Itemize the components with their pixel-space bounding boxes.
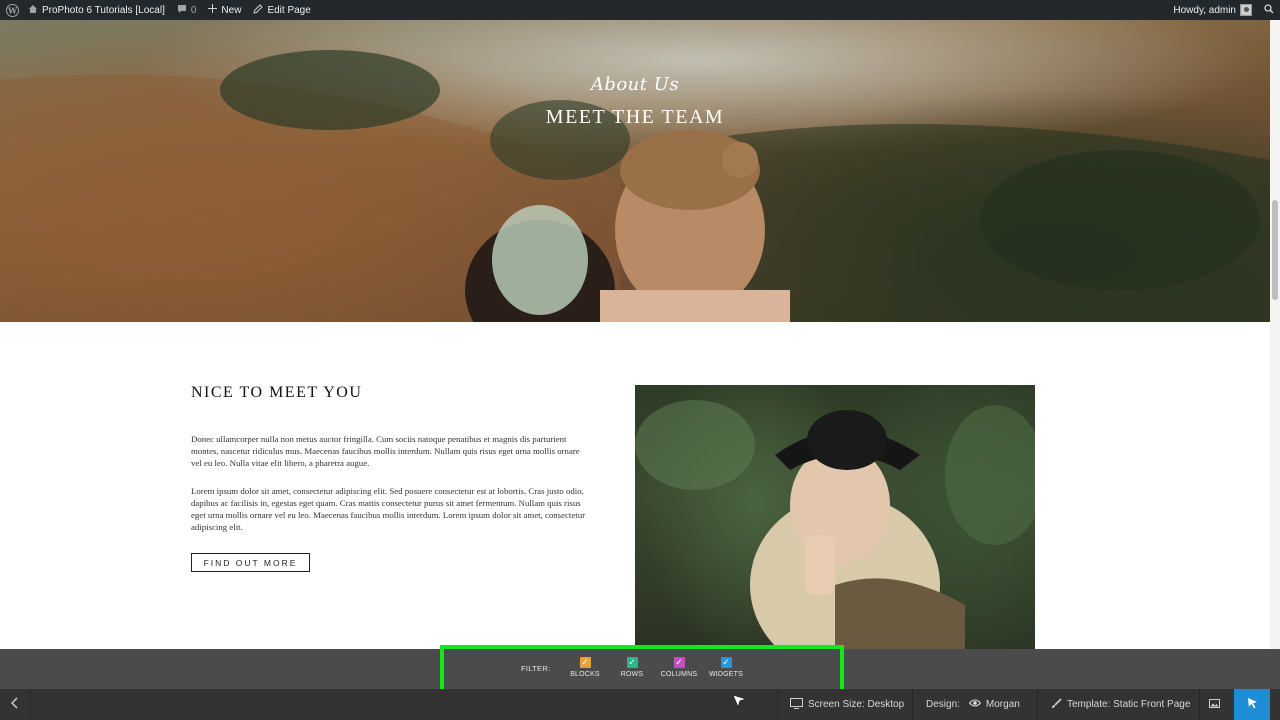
toolbar-divider bbox=[1199, 689, 1200, 720]
body-paragraph-1: Donec ullamcorper nulla non metus auctor… bbox=[191, 434, 580, 468]
new-content-link[interactable]: New bbox=[202, 0, 247, 20]
toolbar-divider bbox=[1037, 689, 1038, 720]
eye-icon bbox=[968, 699, 982, 710]
filter-rows-label: ROWS bbox=[620, 671, 644, 678]
checkbox-columns[interactable]: ✓ bbox=[673, 657, 685, 668]
comments-link[interactable]: 0 bbox=[171, 0, 203, 20]
filter-widgets-label: WIDGETS bbox=[708, 671, 744, 678]
home-icon bbox=[28, 4, 38, 17]
site-name: ProPhoto 6 Tutorials [Local] bbox=[42, 4, 165, 16]
select-mode-button[interactable] bbox=[1234, 689, 1270, 720]
design-label: Design: bbox=[926, 699, 960, 710]
back-button[interactable] bbox=[0, 689, 30, 720]
scrollbar-track[interactable] bbox=[1270, 20, 1280, 650]
filter-blocks-toggle[interactable]: ✓ BLOCKS bbox=[562, 657, 608, 681]
media-button[interactable] bbox=[1209, 689, 1220, 720]
body-paragraph-2: Lorem ipsum dolor sit amet, consectetur … bbox=[191, 486, 586, 532]
find-out-more-button[interactable]: FIND OUT MORE bbox=[191, 553, 310, 572]
my-account-link[interactable]: Howdy, admin bbox=[1167, 0, 1258, 20]
checkbox-widgets[interactable]: ✓ bbox=[720, 657, 732, 668]
checkbox-rows[interactable]: ✓ bbox=[626, 657, 638, 668]
screen-size-button[interactable]: Screen Size: Desktop bbox=[790, 689, 904, 720]
hero-script-title: About Us bbox=[590, 74, 680, 95]
filter-columns-toggle[interactable]: ✓ COLUMNS bbox=[656, 657, 702, 681]
site-name-link[interactable]: ProPhoto 6 Tutorials [Local] bbox=[22, 0, 171, 20]
comment-icon bbox=[177, 4, 187, 17]
toolbar-divider bbox=[912, 689, 913, 720]
brush-icon bbox=[1051, 697, 1062, 712]
scrollbar-thumb[interactable] bbox=[1272, 200, 1278, 300]
hero-banner: About Us MEET THE TEAM bbox=[0, 20, 1270, 322]
portrait-image bbox=[635, 385, 1035, 649]
hero-photo bbox=[0, 50, 1270, 322]
search-icon bbox=[1264, 3, 1274, 17]
image-icon bbox=[1209, 698, 1220, 711]
plus-icon bbox=[208, 4, 218, 16]
admin-bar: W ProPhoto 6 Tutorials [Local] 0 New Edi… bbox=[0, 0, 1280, 20]
chevron-left-icon bbox=[10, 697, 19, 712]
comments-count: 0 bbox=[190, 4, 197, 16]
cursor-arrow-icon bbox=[1247, 697, 1258, 712]
section-heading: NICE TO MEET YOU bbox=[191, 384, 363, 401]
edit-page-label: Edit Page bbox=[267, 4, 311, 16]
edit-page-link[interactable]: Edit Page bbox=[247, 0, 316, 20]
template-label: Template: Static Front Page bbox=[1067, 699, 1191, 710]
filter-widgets-toggle[interactable]: ✓ WIDGETS bbox=[703, 657, 749, 681]
wordpress-logo-icon[interactable]: W bbox=[2, 0, 22, 20]
portrait-photo bbox=[635, 400, 1035, 649]
filter-blocks-label: BLOCKS bbox=[570, 671, 600, 678]
svg-text:W: W bbox=[7, 5, 18, 15]
hero-title: MEET THE TEAM bbox=[545, 106, 725, 128]
checkbox-blocks[interactable]: ✓ bbox=[579, 657, 591, 668]
screen-size-label: Screen Size: Desktop bbox=[808, 699, 905, 710]
mouse-cursor-icon bbox=[732, 694, 748, 713]
filter-label: FILTER: bbox=[521, 664, 551, 673]
howdy-label: Howdy, admin bbox=[1173, 4, 1236, 16]
design-selector[interactable]: Design: Morgan bbox=[926, 689, 1020, 720]
admin-search-button[interactable] bbox=[1258, 0, 1280, 20]
filter-columns-label: COLUMNS bbox=[660, 671, 698, 678]
avatar bbox=[1240, 4, 1252, 16]
toolbar-divider bbox=[777, 689, 778, 720]
monitor-icon bbox=[790, 697, 803, 712]
design-value: Morgan bbox=[985, 699, 1020, 710]
new-label: New bbox=[221, 4, 242, 16]
builder-toolbar: Screen Size: Desktop Design: Morgan Temp… bbox=[0, 689, 1280, 720]
toolbar-divider bbox=[30, 689, 31, 720]
pencil-icon bbox=[253, 3, 264, 17]
template-selector[interactable]: Template: Static Front Page bbox=[1051, 689, 1190, 720]
filter-rows-toggle[interactable]: ✓ ROWS bbox=[609, 657, 655, 681]
